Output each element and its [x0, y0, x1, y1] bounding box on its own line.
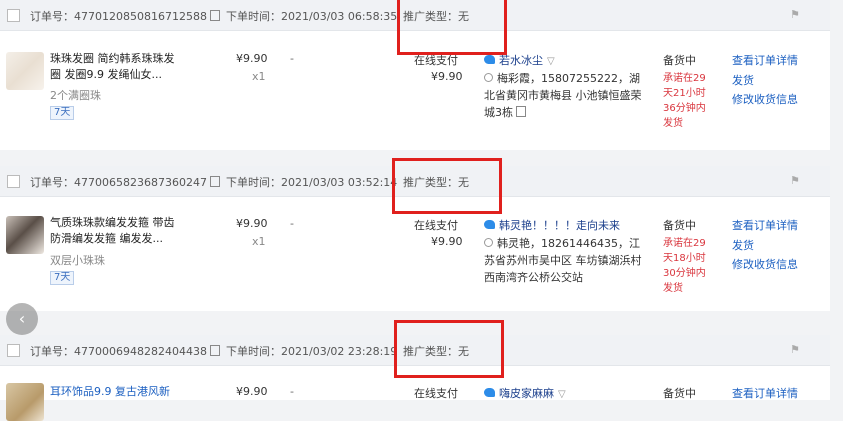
- highlight-box: [397, 0, 507, 55]
- refund-status: -: [290, 52, 294, 65]
- view-order-detail-link[interactable]: 查看订单详情: [732, 217, 798, 233]
- buyer-name[interactable]: 嗨皮家麻麻: [499, 387, 554, 400]
- order-time: 下单时间：2021/03/03 03:52:14: [226, 176, 398, 189]
- product-image[interactable]: [6, 216, 44, 254]
- order-checkbox[interactable]: [7, 9, 20, 22]
- copy-icon[interactable]: [209, 10, 220, 21]
- ship-link[interactable]: 发货: [732, 72, 754, 88]
- order-number: 订单号：4770065823687360247: [30, 176, 207, 189]
- bird-icon: [484, 55, 495, 64]
- order-number: 订单号：4770006948282404438: [30, 345, 207, 358]
- order-time: 下单时间：2021/03/02 23:28:19: [226, 345, 398, 358]
- after-sale-tag: 7天: [50, 271, 75, 285]
- chevron-left-icon[interactable]: ‹: [6, 303, 38, 335]
- order-checkbox[interactable]: [7, 175, 20, 188]
- shipping-address: 梅彩霞，15807255222，湖北省黄冈市黄梅县 小池镇恒盛荣城3栋: [484, 72, 642, 119]
- order-time: 下单时间：2021/03/03 06:58:35: [226, 10, 398, 23]
- order-total: ¥9.90: [431, 70, 463, 83]
- pay-method: 在线支付: [414, 219, 458, 232]
- refund-status: -: [290, 385, 294, 398]
- view-order-detail-link[interactable]: 查看订单详情: [732, 52, 798, 68]
- product-price: ¥9.90: [236, 217, 268, 230]
- copy-icon[interactable]: [516, 106, 526, 117]
- bird-icon: [484, 388, 495, 397]
- order-checkbox[interactable]: [7, 344, 20, 357]
- filter-icon[interactable]: ▽: [547, 56, 555, 67]
- order-status: 备货中: [663, 54, 696, 67]
- filter-icon[interactable]: ▽: [558, 389, 566, 400]
- flag-icon[interactable]: ⚑: [790, 8, 800, 21]
- edit-address-link[interactable]: 修改收货信息: [732, 91, 798, 107]
- copy-icon[interactable]: [209, 176, 220, 187]
- product-image[interactable]: [6, 383, 44, 421]
- edit-address-link[interactable]: 修改收货信息: [732, 256, 798, 272]
- bird-icon: [484, 220, 495, 229]
- order-number: 订单号：4770120850816712588: [30, 10, 207, 23]
- product-price: ¥9.90: [236, 52, 268, 65]
- buyer-name[interactable]: 若水冰尘: [499, 54, 543, 67]
- product-price: ¥9.90: [236, 385, 268, 398]
- product-spec: 双层小珠珠: [50, 254, 105, 267]
- view-order-detail-link[interactable]: 查看订单详情: [732, 385, 798, 401]
- buyer-name[interactable]: 韩灵艳！！！！走向未来: [499, 219, 620, 232]
- order-status: 备货中: [663, 387, 696, 400]
- order-total: ¥9.90: [431, 235, 463, 248]
- ship-deadline: 承诺在29天18小时30分钟内发货: [663, 238, 706, 294]
- flag-icon[interactable]: ⚑: [790, 174, 800, 187]
- highlight-box: [392, 158, 502, 214]
- product-qty: x1: [252, 235, 266, 248]
- order-status: 备货中: [663, 219, 696, 232]
- location-icon: [484, 238, 493, 247]
- copy-icon[interactable]: [209, 345, 220, 356]
- ship-deadline: 承诺在29天21小时36分钟内发货: [663, 73, 706, 129]
- product-image[interactable]: [6, 52, 44, 90]
- highlight-box: [394, 320, 504, 378]
- location-icon: [484, 73, 493, 82]
- pay-method: 在线支付: [414, 387, 458, 400]
- product-title[interactable]: 珠珠发圈 简约韩系珠珠发圈 发圈9.9 发绳仙女...: [50, 51, 180, 83]
- product-qty: x1: [252, 70, 266, 83]
- shipping-address: 韩灵艳，18261446435，江苏省苏州市吴中区 车坊镇湖浜村西南湾齐公桥公交…: [484, 237, 642, 284]
- after-sale-tag: 7天: [50, 106, 75, 120]
- flag-icon[interactable]: ⚑: [790, 343, 800, 356]
- product-title[interactable]: 耳环饰品9.9 复古港风新: [50, 384, 180, 400]
- ship-link[interactable]: 发货: [732, 237, 754, 253]
- product-spec: 2个满圈珠: [50, 89, 101, 102]
- refund-status: -: [290, 217, 294, 230]
- product-title[interactable]: 气质珠珠款编发发箍 带齿防滑编发发箍 编发发...: [50, 215, 180, 247]
